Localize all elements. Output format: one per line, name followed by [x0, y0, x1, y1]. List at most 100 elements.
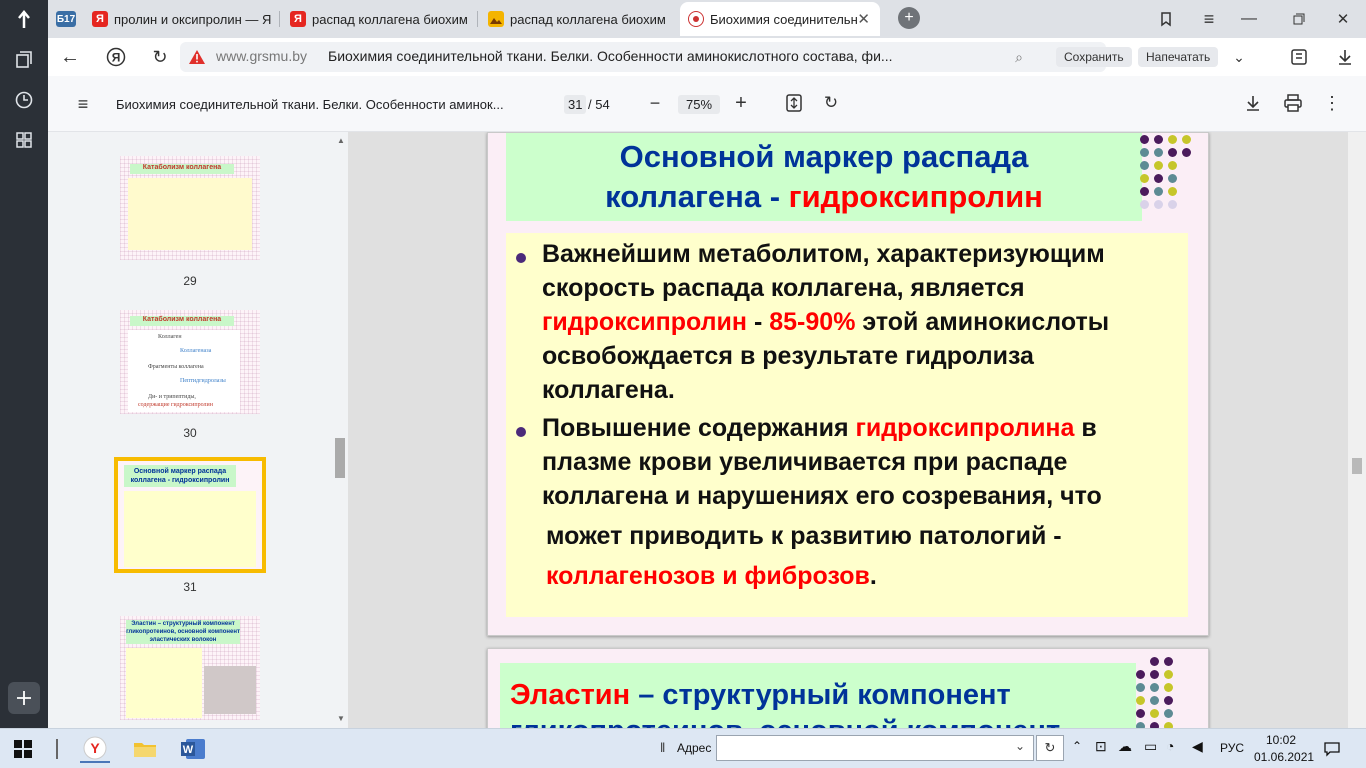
tab-pinned[interactable]: Б17 [48, 2, 82, 36]
battery-icon[interactable]: ▭ [1144, 738, 1157, 755]
thumbnail-number: 31 [183, 580, 197, 594]
onedrive-icon[interactable]: ☁ [1118, 738, 1132, 755]
slide-body: Важнейшим метаболитом, характеризующим с… [506, 233, 1188, 617]
save-button[interactable]: Сохранить [1056, 47, 1132, 67]
rotate-icon[interactable]: ↻ [820, 92, 842, 114]
thumb-line: Ди- и трипептиды, [148, 394, 196, 400]
back-icon[interactable]: ← [58, 46, 82, 68]
word-icon[interactable]: W [178, 735, 208, 763]
thumb-line: Коллаген [158, 334, 182, 340]
clock-date[interactable]: 01.06.2021 [1254, 750, 1314, 764]
apps-grid-icon[interactable] [8, 124, 40, 156]
thumbnails-menu-icon[interactable]: ≡ [72, 94, 94, 114]
highlight-diseases: коллагенозов и фиброзов [546, 562, 870, 590]
tab-bar: Б17 Я пролин и оксипролин — Я Я распад к… [48, 0, 1366, 38]
yandex-icon: Я [92, 11, 108, 27]
pdf-page-32: Эластин – структурный компонент гликопро… [487, 648, 1209, 728]
restore-icon[interactable] [1288, 9, 1310, 29]
download-icon[interactable] [1242, 92, 1264, 114]
thumb-image [204, 666, 256, 714]
bullet-1: Важнейшим метаболитом, характеризующим с… [542, 237, 1109, 407]
go-refresh-icon[interactable]: ↻ [1036, 735, 1064, 761]
search-icon[interactable]: ⌕ [1010, 48, 1028, 66]
thumb-line: Пептидгидролазы [180, 378, 226, 384]
thumbnail-page-31-selected[interactable]: Основной маркер распада коллагена - гидр… [114, 457, 266, 573]
new-tab-icon[interactable]: + [898, 7, 920, 29]
yandex-icon: Я [290, 11, 306, 27]
tab-divider [477, 11, 478, 27]
yandex-logo-icon[interactable]: Я [104, 46, 128, 68]
tab-collagen-images[interactable]: распад коллагена биохим [480, 2, 676, 36]
taskbar-address-input[interactable]: ⌄ [716, 735, 1034, 761]
thumb-line: содержащие гидроксипролин [138, 402, 213, 408]
more-options-icon[interactable]: ⋮ [1322, 92, 1342, 114]
history-icon[interactable] [8, 84, 40, 116]
volume-icon[interactable]: ◀ [1192, 738, 1203, 755]
thumbnail-page-30[interactable]: Катаболизм коллагена Коллаген Коллагеназ… [120, 310, 260, 414]
reload-icon[interactable]: ↻ [148, 46, 172, 68]
print-icon[interactable] [1282, 92, 1304, 114]
highlight-hydroxyproline: гидроксипролин [542, 308, 748, 336]
bullet-icon [516, 253, 526, 263]
close-tab-icon[interactable]: ✕ [857, 10, 870, 28]
close-window-icon[interactable]: ✕ [1332, 9, 1354, 29]
add-panel-icon[interactable] [8, 682, 40, 714]
slide-title: Эластин – структурный компонент гликопро… [500, 663, 1136, 728]
slide-title-line1: Эластин – структурный компонент [510, 677, 1126, 713]
clock-time[interactable]: 10:02 [1266, 733, 1296, 747]
chevron-down-icon[interactable]: ⌄ [1230, 47, 1248, 67]
thumb-body [128, 178, 252, 250]
tab-label: распад коллагена биохим [312, 11, 468, 27]
warning-icon[interactable] [188, 48, 206, 66]
tray-overflow-icon[interactable]: ⌃ [1072, 739, 1082, 753]
bullet-2-line: коллагена и нарушениях его созревания, ч… [542, 482, 1102, 510]
notifications-icon[interactable] [1322, 739, 1342, 759]
windows-start-icon[interactable] [12, 739, 34, 759]
scroll-down-icon[interactable]: ▼ [337, 714, 345, 723]
bullet-1-line: гидроксипролин - 85-90% этой аминокислот… [542, 305, 1109, 339]
downloads-icon[interactable] [1334, 46, 1356, 68]
url-field[interactable]: www.grsmu.by Биохимия соединительной тка… [180, 42, 1106, 72]
zoom-out-icon[interactable]: − [644, 92, 666, 114]
collections-icon[interactable] [8, 44, 40, 76]
thumbnail-sidebar: Катаболизм коллагена 29 Катаболизм колла… [48, 132, 348, 728]
tray-camera-icon[interactable]: ⊡ [1095, 738, 1107, 755]
image-icon [488, 11, 504, 27]
scroll-up-icon[interactable]: ▲ [337, 136, 345, 145]
tab-collagen-search[interactable]: Я распад коллагена биохим [282, 2, 478, 36]
thumbnail-scrollbar[interactable]: ▲ ▼ [333, 132, 347, 728]
main-scrollbar[interactable] [1348, 132, 1366, 728]
scrollbar-thumb[interactable] [1352, 458, 1362, 474]
thumbnail-page-32[interactable]: Эластин – структурный компонент гликопро… [120, 616, 260, 720]
file-explorer-icon[interactable] [130, 735, 160, 763]
windows-taskbar: Y W ‖ Адрес ⌄ ↻ ⌃ ⊡ ☁ ▭ ◔ ◀ РУС 10:02 01… [0, 728, 1366, 768]
tab-prolin[interactable]: Я пролин и оксипролин — Я [84, 2, 280, 36]
text-span: . [869, 562, 877, 590]
yandex-menu-icon[interactable] [8, 4, 40, 36]
protect-icon[interactable] [1288, 46, 1310, 68]
menu-icon[interactable]: ≡ [1198, 9, 1220, 29]
zoom-level[interactable]: 75% [678, 95, 721, 114]
thumb-body [126, 648, 202, 718]
text-span: этой аминокислоты [855, 308, 1110, 336]
zoom-in-icon[interactable]: + [730, 92, 752, 114]
scrollbar-thumb[interactable] [335, 438, 345, 478]
pdf-toolbar: ≡ Биохимия соединительной ткани. Белки. … [48, 76, 1366, 132]
bookmarks-panel-icon[interactable] [1156, 9, 1176, 29]
page-number-input[interactable]: 31 [564, 95, 587, 114]
wifi-icon[interactable]: ◔ [1166, 738, 1174, 754]
print-button[interactable]: Напечатать [1138, 47, 1219, 67]
fit-page-icon[interactable] [784, 93, 804, 113]
text-span: Повышение содержания [542, 414, 856, 442]
url-page-title: Биохимия соединительной ткани. Белки. Ос… [328, 48, 893, 64]
tab-biochemistry[interactable]: Биохимия соединительн ✕ [680, 2, 880, 36]
bullet-1-line: скорость распада коллагена, является [542, 274, 1025, 302]
bullet-2-line: коллагенозов и фиброзов. [542, 559, 1102, 593]
language-indicator[interactable]: РУС [1220, 741, 1244, 755]
chevron-down-icon[interactable]: ⌄ [1015, 739, 1025, 753]
pdf-document-title: Биохимия соединительной ткани. Белки. Ос… [116, 97, 504, 112]
minimize-icon[interactable]: — [1238, 9, 1260, 29]
slide-title-highlight: Эластин [510, 679, 631, 711]
yandex-browser-taskbar-icon[interactable]: Y [80, 735, 110, 763]
thumbnail-page-29[interactable]: Катаболизм коллагена [120, 156, 260, 260]
